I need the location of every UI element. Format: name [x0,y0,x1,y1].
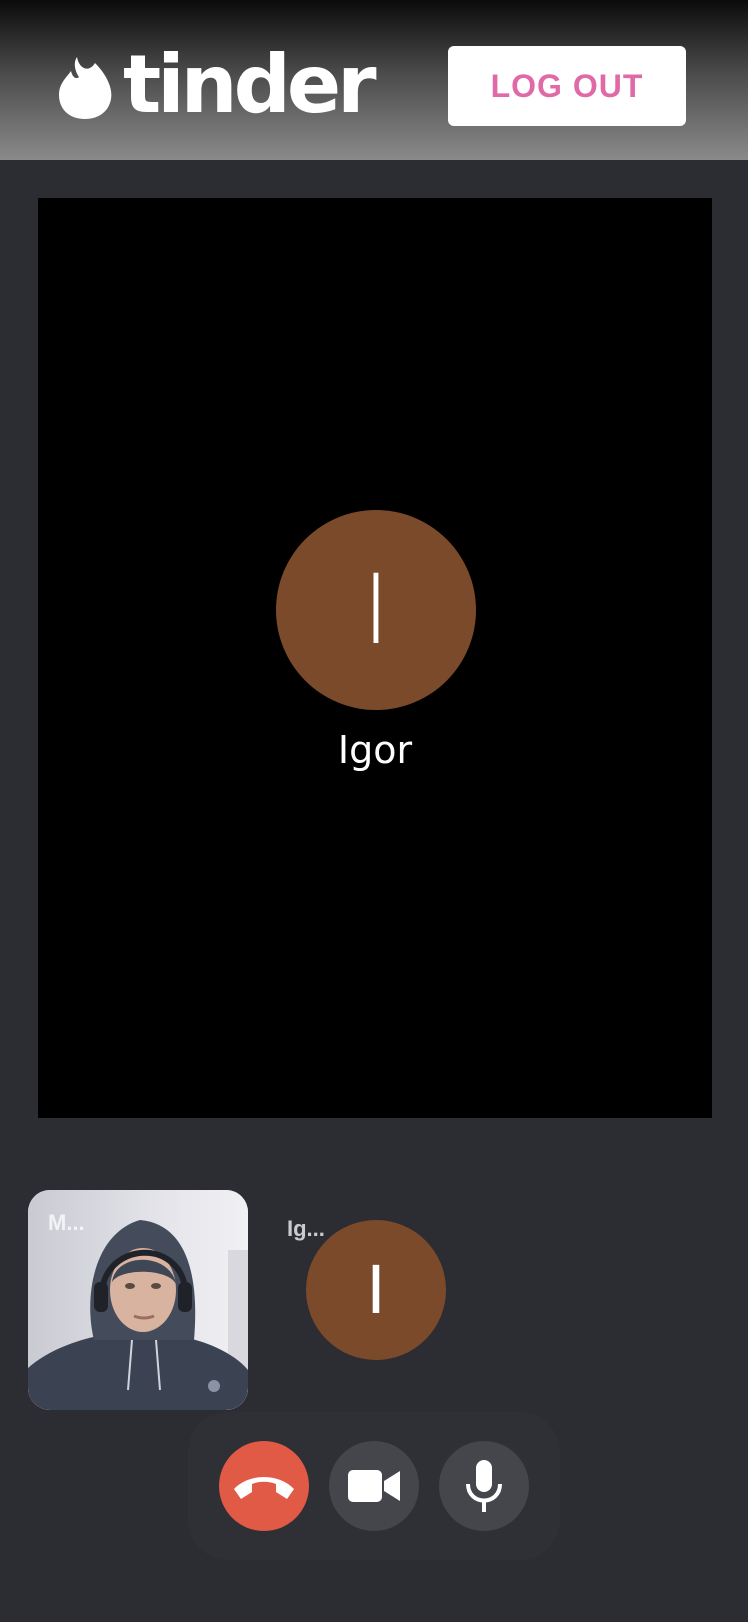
hang-up-button[interactable] [219,1441,309,1531]
logo-wordmark: tinder [123,38,377,131]
main-video-stage: I Igor [38,198,712,1118]
peer-tile-label: Ig... [287,1216,325,1241]
self-video-tile[interactable]: M... [28,1190,248,1410]
flame-icon [59,57,112,119]
remote-avatar: I [276,510,476,710]
call-controls [188,1412,560,1560]
video-camera-icon [348,1470,400,1502]
app-header: tinder LOG OUT [0,0,748,160]
microphone-toggle-button[interactable] [439,1441,529,1531]
tinder-logo[interactable]: tinder [55,38,377,131]
peer-video-tile[interactable]: Ig... I [270,1190,490,1410]
self-tile-label: M... [48,1210,85,1235]
microphone-icon [466,1460,502,1512]
camera-toggle-button[interactable] [329,1441,419,1531]
phone-hangup-icon [234,1477,294,1499]
remote-participant-name: Igor [337,728,413,772]
peer-avatar: I [306,1220,446,1360]
logout-button[interactable]: LOG OUT [448,46,686,126]
